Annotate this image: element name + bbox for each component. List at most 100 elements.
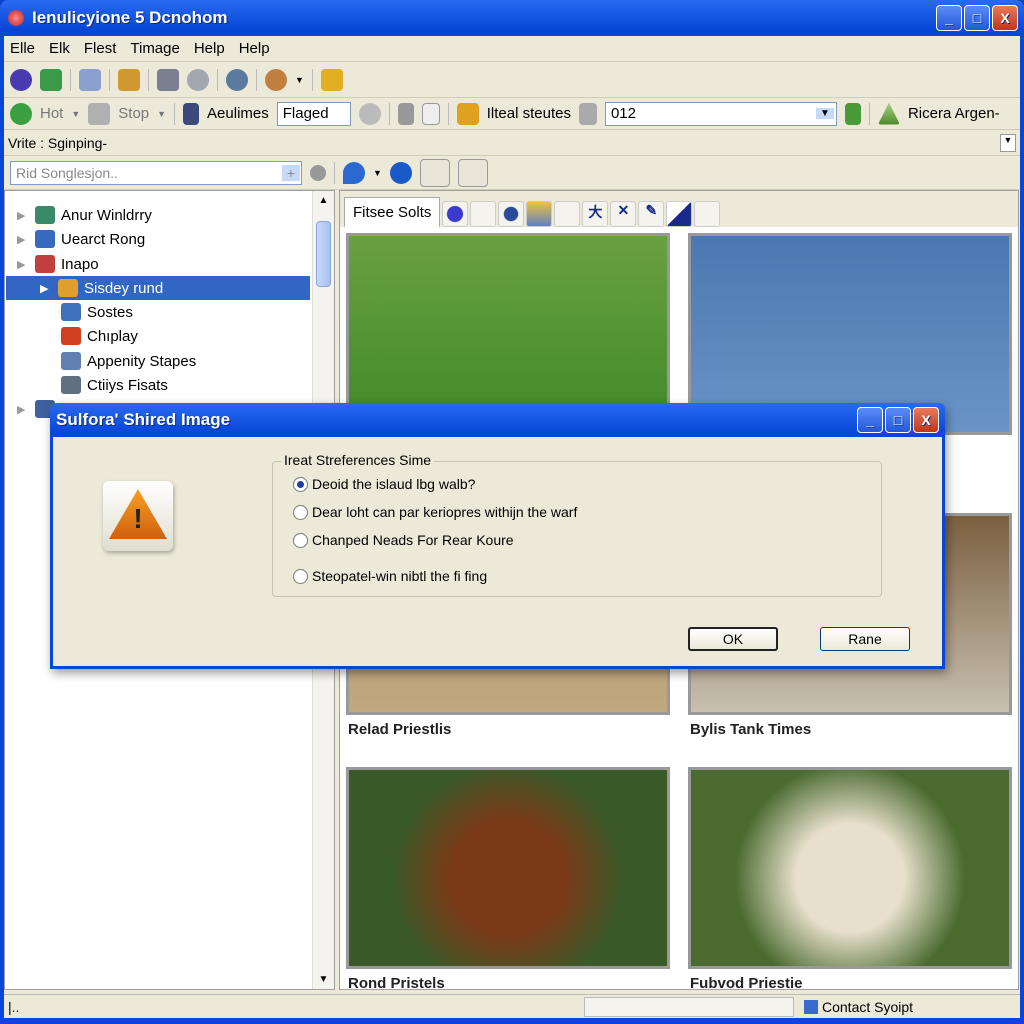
status-combo[interactable]: 012 ▼ [604,101,837,126]
maximize-button[interactable]: □ [964,5,990,31]
folder-icon[interactable] [118,68,140,91]
search-row: Rid Songlesjon.. + ▼ [4,156,1020,190]
folder-icon [61,376,81,394]
folder-icon [61,352,81,370]
radio-option[interactable]: Deoid the islaud lbg walb? [293,476,475,492]
ricera-button[interactable]: Ricera Argen- [908,105,1000,122]
tree-item-label: Uearct Rong [61,230,146,248]
disk-icon [578,102,597,125]
back-icon[interactable] [10,68,32,91]
tree-item[interactable]: ▶ Anur Winldrry [17,203,152,227]
copy-icon[interactable] [79,68,101,91]
nav-icon[interactable] [343,161,365,184]
status-icon [456,102,479,125]
pages-icon[interactable] [470,201,497,227]
globe-icon[interactable] [265,68,287,91]
print-icon[interactable] [844,102,861,125]
combo-value: 012 [610,105,636,122]
menu-image[interactable]: Timage [130,40,179,57]
stop-button[interactable]: Stop [118,105,149,122]
info-icon[interactable] [389,161,412,184]
status-label: Ilteal steutes [486,105,571,122]
radio-button[interactable] [293,532,308,548]
tree-item[interactable]: Ctiiys Fisats [61,373,168,397]
settings-icon[interactable] [187,68,209,91]
gear-icon[interactable] [358,102,381,125]
tools-icon[interactable] [320,68,343,91]
radio-button[interactable] [293,504,308,520]
pen-icon[interactable]: ✎ [638,201,665,227]
lock-icon[interactable] [397,102,414,125]
hot-button[interactable]: Hot [40,105,63,122]
radio-button[interactable] [293,476,308,492]
radio-option[interactable]: Steopatel-win nibtl the fi fing [293,568,487,584]
rotate-icon[interactable] [498,201,525,227]
scroll-up-icon[interactable]: ▲ [313,191,334,206]
tree-item[interactable]: ▶ Sisdey rund [6,276,310,300]
scroll-down-icon[interactable]: ▼ [313,974,334,985]
menu-help-2[interactable]: Help [239,40,270,57]
dialog-close-button[interactable]: X [913,407,939,433]
home-icon [183,102,200,125]
document-icon[interactable] [419,158,450,187]
clipboard-icon[interactable] [421,102,440,125]
expand-arrow-icon[interactable]: ▶ [17,403,29,416]
tree-item-label: Ctiiys Fisats [87,376,168,394]
contact-icon [804,999,818,1014]
database-icon[interactable] [157,68,179,91]
share-icon[interactable] [694,201,721,227]
menu-edit[interactable]: Elk [49,40,70,57]
radio-option[interactable]: Chanped Neads For Rear Koure [293,532,514,548]
chevron-down-icon[interactable]: ▼ [815,108,834,119]
user-icon[interactable] [526,201,553,227]
tab-fitsee-solts[interactable]: Fitsee Solts [344,197,441,227]
status-bar: |.. Contact Syoipt [4,994,1020,1018]
close-button[interactable]: X [992,5,1018,31]
dialog-maximize-button[interactable]: □ [885,407,911,433]
ok-button[interactable]: OK [688,627,778,651]
dialog-minimize-button[interactable]: _ [857,407,883,433]
add-icon[interactable] [10,102,32,125]
save-icon[interactable] [40,68,62,91]
search-icon[interactable] [310,164,326,181]
search-dropdown-icon[interactable]: + [282,164,300,181]
minimize-button[interactable]: _ [936,5,962,31]
flaged-field[interactable]: Flaged [276,101,351,126]
expand-arrow-icon[interactable]: ▶ [40,282,52,295]
radio-option[interactable]: Dear loht can par keriopres withijn the … [293,504,577,520]
tree-item[interactable]: Chıplay [61,324,138,348]
photo-thumbnail[interactable] [346,767,670,969]
flower-icon[interactable] [442,201,469,227]
expand-arrow-icon[interactable]: ▶ [17,209,29,222]
cross-icon[interactable]: ✕ [610,201,637,227]
refresh-icon[interactable] [457,158,488,187]
tree-item-label: Chıplay [87,327,138,345]
title-bar: Ienulicyione 5 Dcnohom _ □ X [0,0,1024,36]
tree-item[interactable]: ▶ Inapo [17,252,99,276]
cancel-button[interactable]: Rane [820,627,910,651]
slideshow-icon[interactable] [666,201,693,227]
person-icon[interactable]: 大 [582,201,609,227]
main-toolbar: ▼ [4,62,1020,98]
tree-item[interactable]: ▶ Uearct Rong [17,227,145,251]
scroll-thumb[interactable] [316,221,331,287]
menu-file[interactable]: Elle [10,40,35,57]
expand-arrow-icon[interactable]: ▶ [17,258,29,271]
aeulimes-button[interactable]: Aeulimes [207,105,269,122]
zoom-icon[interactable] [226,68,248,91]
photo-thumbnail[interactable] [688,767,1012,969]
options-group: Ireat Streferences Sime Deoid the islaud… [272,452,882,597]
address-label: Vrite : Sginping- [8,134,108,151]
expand-arrow-icon[interactable]: ▶ [17,233,29,246]
radio-button[interactable] [293,568,308,584]
tree-item[interactable]: Sostes [61,300,133,324]
search-input[interactable]: Rid Songlesjon.. + [10,160,302,185]
status-contact[interactable]: Contact Syoipt [822,999,913,1015]
menu-help[interactable]: Help [194,40,225,57]
export-icon[interactable] [554,201,581,227]
address-dropdown[interactable]: ▼ [1000,133,1016,152]
menu-flest[interactable]: Flest [84,40,117,57]
tree-item[interactable]: Appenity Stapes [61,349,196,373]
folder-icon [35,230,55,248]
tree-item-label: Sostes [87,303,133,321]
